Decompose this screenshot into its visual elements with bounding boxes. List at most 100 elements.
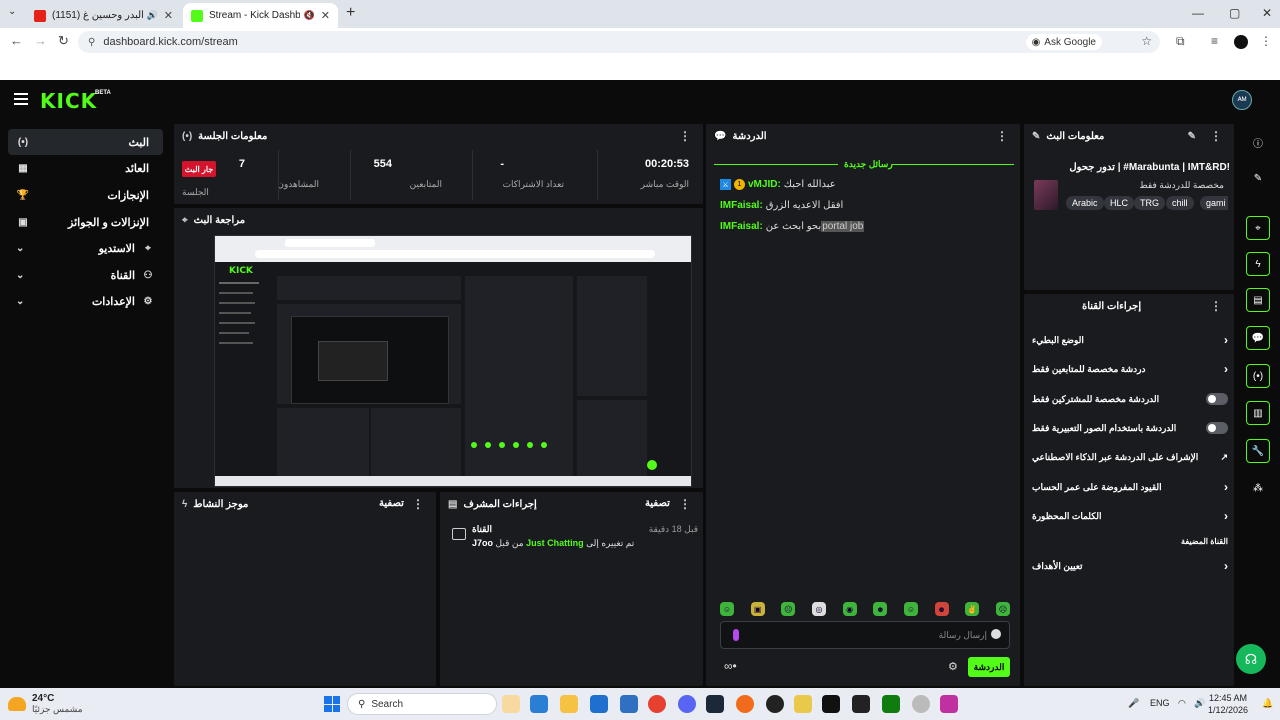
app-icon[interactable] <box>766 695 784 713</box>
edit-icon[interactable]: ✎ <box>1246 166 1270 190</box>
emote-icon[interactable]: ☺ <box>903 602 918 616</box>
address-bar[interactable]: ⚲ dashboard.kick.com/stream ⊘ ◉ Ask Goog… <box>78 31 1160 53</box>
close-tab-icon[interactable]: ✕ <box>321 9 330 22</box>
restore-icon[interactable]: ▢ <box>1229 6 1240 20</box>
mod-log-toggle-icon[interactable]: ▤ <box>1246 288 1270 312</box>
browser-tab-youtube[interactable]: (1151) نصرت البدر وحسين غ... 🔊 ✕ <box>26 3 181 28</box>
session-toggle-icon[interactable]: ▥ <box>1246 401 1270 425</box>
chat-username[interactable]: IMFaisal: <box>720 200 763 211</box>
weather-widget[interactable]: 24°C مشمس جزئيًا <box>8 693 83 715</box>
tab-search-icon[interactable]: ⌄ <box>8 6 16 17</box>
sidebar-item-channel[interactable]: ⌄ القناة ⚇ <box>8 262 163 288</box>
stream-preview-video[interactable]: KICK <box>214 235 692 487</box>
taskbar-search[interactable]: ⚲ Search <box>347 693 497 715</box>
notifications-icon[interactable]: 🔔 <box>1262 698 1273 709</box>
sidebar-item-revenue[interactable]: ▦ العائد <box>8 155 163 181</box>
app-icon[interactable] <box>940 695 958 713</box>
action-ai-moderation[interactable]: الإشراف على الدردشة عبر الذكاء الاصطناعي… <box>1032 447 1228 467</box>
action-banned-words[interactable]: الكلمات المحظورة › <box>1032 506 1228 526</box>
action-host-channel[interactable]: القناة المضيفة <box>1032 531 1228 551</box>
close-tab-icon[interactable]: ✕ <box>164 9 173 22</box>
sidebar-item-stream[interactable]: (•) البث <box>8 129 163 155</box>
hamburger-menu-icon[interactable] <box>14 93 28 105</box>
ask-google-button[interactable]: ◉ Ask Google <box>1025 34 1102 50</box>
filter-button[interactable]: تصفية <box>379 498 404 509</box>
emote-icon[interactable]: ☹ <box>995 602 1010 616</box>
more-options-icon[interactable]: ⋮ <box>996 129 1008 143</box>
back-icon[interactable]: ← <box>10 33 23 48</box>
more-options-icon[interactable]: ⋮ <box>1210 129 1222 143</box>
action-account-age[interactable]: القيود المفروضة على عمر الحساب › <box>1032 477 1228 497</box>
preview-toggle-icon[interactable]: ⌖ <box>1246 216 1270 240</box>
send-chat-button[interactable]: الدردشة <box>968 657 1010 677</box>
sidebar-item-drops[interactable]: ▣ الإنزالات و الجوائز <box>8 209 163 235</box>
capcut-icon[interactable] <box>822 695 840 713</box>
app-icon[interactable] <box>736 695 754 713</box>
chat-message-input[interactable]: إرسال رسالة <box>720 621 1010 649</box>
sidebar-item-settings[interactable]: ⌄ الإعدادات ⚙ <box>8 288 163 314</box>
copilot-icon[interactable] <box>530 695 548 713</box>
broadcast-toggle-icon[interactable]: (•) <box>1246 364 1270 388</box>
chat-toggle-icon[interactable]: 💬 <box>1246 326 1270 350</box>
chat-username[interactable]: IMFaisal: <box>720 221 763 232</box>
infinity-icon[interactable]: ∞• <box>724 659 737 673</box>
info-icon[interactable]: ⓘ <box>1246 130 1270 154</box>
tools-toggle-icon[interactable]: 🔧 <box>1246 439 1270 463</box>
emote-icon[interactable]: ☻ <box>934 602 949 616</box>
emote-icon[interactable]: ☻ <box>873 602 888 616</box>
extensions-icon[interactable]: ⧉ <box>1176 34 1185 49</box>
emote-icon[interactable]: ☺ <box>720 602 734 616</box>
microphone-icon[interactable]: 🎤 <box>1128 698 1139 709</box>
action-slow-mode[interactable]: الوضع البطيء › <box>1032 330 1228 350</box>
chat-username[interactable]: vMJID: <box>748 179 781 190</box>
emote-icon[interactable]: ◎ <box>811 602 826 616</box>
emote-icon[interactable]: ☹ <box>781 602 796 616</box>
app-icon[interactable] <box>794 695 812 713</box>
edit-pencil-icon[interactable]: ✎ <box>1188 131 1196 142</box>
xbox-icon[interactable] <box>882 695 900 713</box>
close-window-icon[interactable]: ✕ <box>1262 6 1272 20</box>
subscribers-only-toggle[interactable] <box>1206 393 1228 405</box>
widget-icon[interactable] <box>502 695 520 713</box>
new-tab-button[interactable]: + <box>346 4 355 22</box>
wifi-icon[interactable]: ◠ <box>1178 698 1186 709</box>
microphone-icon[interactable] <box>733 629 739 641</box>
reload-icon[interactable]: ↻ <box>58 33 69 49</box>
action-followers-only[interactable]: دردشة مخصصة للمتابعين فقط › <box>1032 359 1228 379</box>
chat-settings-gear-icon[interactable]: ⚙ <box>948 660 958 673</box>
bookmark-star-icon[interactable]: ☆ <box>1141 34 1152 48</box>
more-options-icon[interactable]: ⋮ <box>1210 299 1222 313</box>
language-indicator[interactable]: ENG <box>1150 698 1170 708</box>
emoji-picker-icon[interactable] <box>991 629 1001 639</box>
emote-icon[interactable]: ✌ <box>965 602 980 616</box>
filter-button[interactable]: تصفية <box>645 498 670 509</box>
activity-toggle-icon[interactable]: ϟ <box>1246 252 1270 276</box>
emote-icon[interactable]: ◉ <box>842 602 857 616</box>
emote-icon[interactable]: ▣ <box>750 602 765 616</box>
sidebar-item-achievements[interactable]: 🏆 الإنجازات <box>8 182 163 208</box>
action-subscribers-only[interactable]: الدردشة مخصصة للمشتركين فقط <box>1032 389 1228 409</box>
file-explorer-icon[interactable] <box>560 695 578 713</box>
mail-icon[interactable] <box>590 695 608 713</box>
settings-icon[interactable] <box>912 695 930 713</box>
discord-icon[interactable] <box>678 695 696 713</box>
sidebar-item-studio[interactable]: ⌄ الاستديو ⌖ <box>8 235 163 261</box>
more-options-icon[interactable]: ⋮ <box>679 129 691 143</box>
more-options-icon[interactable]: ⋮ <box>679 497 691 511</box>
windows-start-icon[interactable] <box>324 696 340 712</box>
kick-logo[interactable]: KICK <box>40 89 97 113</box>
app-icon[interactable] <box>852 695 870 713</box>
emotes-only-toggle[interactable] <box>1206 422 1228 434</box>
site-info-icon[interactable]: ⚲ <box>88 37 95 48</box>
apps-icon[interactable]: ⁂ <box>1246 476 1270 500</box>
profile-icon[interactable] <box>1234 35 1248 49</box>
minimize-icon[interactable]: — <box>1192 6 1204 20</box>
menu-dots-icon[interactable]: ⋮ <box>1260 34 1272 48</box>
volume-icon[interactable]: 🔊 <box>1194 698 1205 709</box>
media-icon[interactable]: ≡ <box>1211 34 1218 48</box>
steam-icon[interactable] <box>706 695 724 713</box>
avatar[interactable]: ᴬᴹ <box>1232 90 1252 110</box>
forward-icon[interactable]: → <box>34 33 47 48</box>
support-headset-icon[interactable]: ☊ <box>1236 644 1266 674</box>
action-emotes-only[interactable]: الدردشة باستخدام الصور التعبيرية فقط <box>1032 418 1228 438</box>
